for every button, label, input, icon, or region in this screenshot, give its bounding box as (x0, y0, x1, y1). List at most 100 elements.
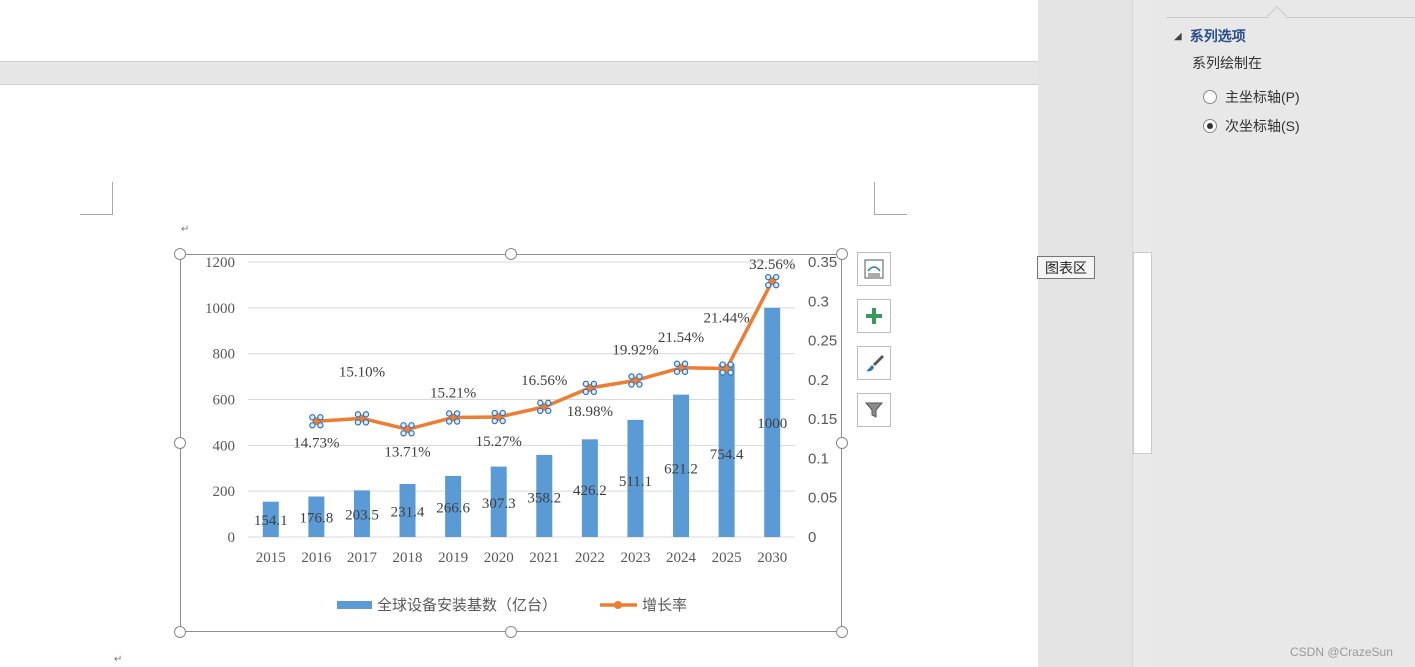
x-tick-label: 2016 (301, 550, 332, 566)
selection-handle[interactable] (765, 273, 772, 281)
selection-handle[interactable] (491, 409, 498, 417)
selection-handle[interactable] (362, 419, 370, 426)
selection-handle[interactable] (590, 388, 598, 396)
primary-axis-option[interactable]: 主坐标轴(P) (1203, 87, 1300, 107)
combo-chart[interactable]: 0 200 400 600 800 1000 1200 0 0.05 0.1 0.15 0.2 0.25… (0, 0, 1040, 667)
selection-handle[interactable] (354, 411, 362, 418)
line-data-label[interactable]: 15.21% (430, 385, 476, 401)
x-tick-label: 2019 (438, 550, 468, 566)
resize-handle-top-right[interactable] (836, 248, 848, 260)
selection-handle[interactable] (628, 381, 635, 388)
selection-handle[interactable] (628, 373, 635, 380)
secondary-axis-radio[interactable] (1203, 119, 1217, 133)
bar-data-label[interactable]: 426.2 (573, 483, 607, 499)
selection-handle[interactable] (400, 430, 407, 437)
selection-handle[interactable] (408, 430, 415, 437)
resize-handle-bottom[interactable] (505, 626, 517, 638)
selection-handle[interactable] (636, 373, 643, 380)
y2-tick-label: 0 (808, 529, 816, 546)
line-data-label[interactable]: 14.73% (293, 435, 339, 451)
legend-bar-swatch (337, 601, 372, 609)
line-data-label[interactable]: 21.44% (704, 311, 750, 327)
selection-handle[interactable] (354, 419, 362, 426)
line-series[interactable] (309, 273, 780, 437)
data-labels[interactable]: 154.1 176.8 203.5 231.4 266.6 307.3 358.2 426.2… (254, 257, 795, 529)
selection-handle[interactable] (545, 407, 552, 415)
resize-handle-bottom-left[interactable] (174, 626, 186, 638)
selection-handle[interactable] (681, 360, 689, 367)
bar-data-label[interactable]: 266.6 (436, 501, 470, 517)
selection-handle[interactable] (362, 411, 370, 418)
legend[interactable]: 全球设备安装基数（亿台） 增长率 (337, 596, 687, 614)
selection-handle[interactable] (590, 380, 598, 388)
bar-data-label[interactable]: 621.2 (664, 462, 698, 478)
primary-axis-radio[interactable] (1203, 90, 1217, 104)
line-data-label[interactable]: 16.56% (521, 373, 567, 389)
bar-data-label[interactable]: 358.2 (527, 491, 561, 507)
selection-handle[interactable] (309, 422, 316, 429)
selection-handle[interactable] (491, 417, 498, 425)
selection-handle[interactable] (673, 360, 681, 367)
chart-styles-button[interactable] (857, 346, 891, 380)
selection-handle[interactable] (317, 422, 324, 429)
bar-data-label[interactable]: 176.8 (300, 511, 334, 527)
scrollbar-thumb[interactable] (1133, 252, 1152, 454)
selection-handle[interactable] (453, 418, 461, 425)
bar-data-label[interactable]: 754.4 (710, 447, 744, 463)
selection-handle[interactable] (773, 281, 780, 289)
selection-handle[interactable] (309, 414, 316, 421)
bar-data-label[interactable]: 154.1 (254, 513, 288, 529)
collapse-triangle-icon[interactable]: ◢ (1174, 31, 1182, 42)
selection-handle[interactable] (765, 281, 772, 289)
bar-data-label[interactable]: 203.5 (345, 508, 379, 524)
selection-handle[interactable] (499, 417, 506, 425)
selection-handle[interactable] (537, 399, 544, 407)
selection-handle[interactable] (773, 273, 780, 281)
layout-options-button[interactable] (857, 252, 891, 286)
series-options-section[interactable]: ◢ 系列选项 (1174, 26, 1246, 46)
bar-data-label[interactable]: 1000 (757, 416, 787, 432)
selection-handle[interactable] (582, 388, 590, 396)
line-data-label[interactable]: 18.98% (567, 404, 613, 420)
selection-handle[interactable] (400, 422, 407, 429)
line-data-label[interactable]: 15.10% (339, 364, 385, 380)
resize-handle-top-left[interactable] (174, 248, 186, 260)
line-data-label[interactable]: 21.54% (658, 330, 704, 346)
selection-handle[interactable] (727, 369, 734, 376)
selection-handle[interactable] (317, 414, 324, 421)
legend-bar-label[interactable]: 全球设备安装基数（亿台） (377, 596, 557, 614)
selection-handle[interactable] (408, 422, 415, 429)
resize-handle-bottom-right[interactable] (836, 626, 848, 638)
pane-tab-pointer (1267, 6, 1287, 26)
selection-handle[interactable] (681, 368, 689, 375)
selection-handle[interactable] (636, 381, 643, 388)
selection-handle[interactable] (673, 368, 681, 375)
chart-elements-button[interactable] (857, 299, 891, 333)
selection-handle[interactable] (499, 409, 506, 417)
line-data-label[interactable]: 15.27% (476, 434, 522, 450)
line-data-label[interactable]: 32.56% (749, 257, 795, 273)
resize-handle-right[interactable] (836, 437, 848, 449)
line-data-label[interactable]: 19.92% (612, 342, 658, 358)
selection-handle[interactable] (582, 380, 590, 388)
y-tick-label: 800 (213, 347, 236, 363)
selection-handle[interactable] (719, 361, 726, 368)
bar-data-label[interactable]: 231.4 (391, 505, 425, 521)
bar-data-label[interactable]: 307.3 (482, 496, 516, 512)
secondary-axis-option[interactable]: 次坐标轴(S) (1203, 116, 1300, 136)
resize-handle-top[interactable] (505, 248, 517, 260)
x-tick-label: 2021 (529, 550, 559, 566)
vertical-scrollbar[interactable] (1132, 0, 1152, 667)
selection-handle[interactable] (545, 399, 552, 407)
bar-data-label[interactable]: 511.1 (619, 474, 652, 490)
legend-line-label[interactable]: 增长率 (642, 597, 687, 614)
line-data-label[interactable]: 13.71% (384, 444, 430, 460)
selection-handle[interactable] (445, 418, 453, 425)
resize-handle-left[interactable] (174, 437, 186, 449)
selection-handle[interactable] (537, 407, 544, 415)
selection-handle[interactable] (453, 410, 461, 417)
selection-handle[interactable] (719, 369, 726, 376)
selection-handle[interactable] (445, 410, 453, 417)
chart-filters-button[interactable] (857, 393, 891, 427)
selection-handle[interactable] (727, 361, 734, 368)
